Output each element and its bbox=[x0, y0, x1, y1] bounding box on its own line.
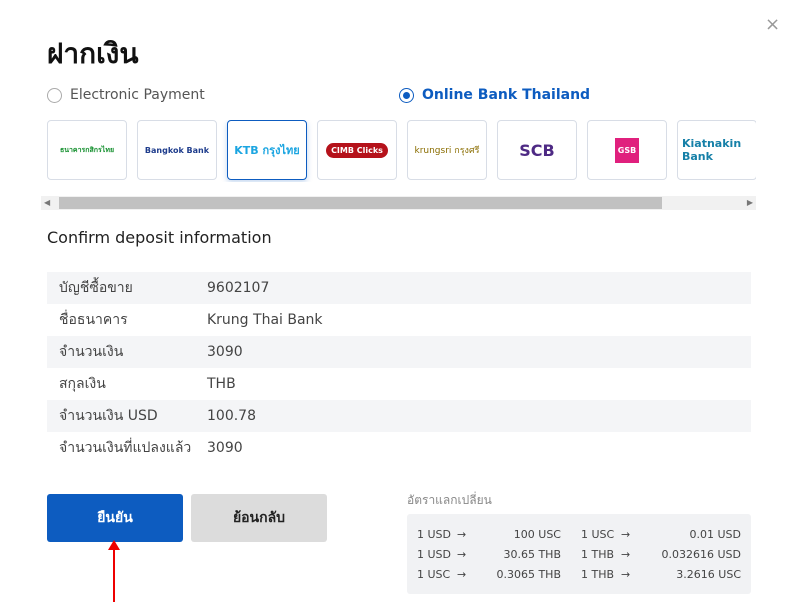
bank-krungsri[interactable]: krungsri กรุงศรี bbox=[407, 120, 487, 180]
radio-label: Electronic Payment bbox=[70, 87, 205, 103]
row-label: จำนวนเงินที่แปลงแล้ว bbox=[59, 440, 192, 456]
rate-to: 0.3065 THB bbox=[496, 567, 561, 581]
table-row: จำนวนเงิน USD 100.78 bbox=[47, 400, 751, 432]
rate-row: 1 USC → 0.3065 THB 1 THB → 3.2616 USC bbox=[417, 564, 741, 584]
annotation-arrow bbox=[113, 542, 115, 602]
bank-logo: Kiatnakin Bank bbox=[682, 137, 742, 163]
bank-logo: SCB bbox=[519, 140, 555, 160]
rate-from: 1 USD bbox=[417, 547, 451, 561]
rate-from: 1 THB bbox=[581, 547, 615, 561]
page-title: ฝากเงิน bbox=[47, 37, 139, 70]
radio-label: Online Bank Thailand bbox=[422, 87, 591, 103]
bank-logo: Bangkok Bank bbox=[144, 145, 210, 155]
scrollbar-thumb[interactable] bbox=[59, 197, 662, 209]
bank-bangkok[interactable]: Bangkok Bank bbox=[137, 120, 217, 180]
confirm-button[interactable]: ยืนยัน bbox=[47, 494, 183, 542]
rate-from: 1 THB bbox=[581, 567, 615, 581]
arrow-right-icon: → bbox=[457, 547, 467, 561]
bank-logo: ธนาคารกสิกรไทย bbox=[59, 145, 115, 154]
bank-logo: CIMB Clicks bbox=[326, 142, 388, 158]
confirm-heading: Confirm deposit information bbox=[47, 228, 272, 247]
rate-to: 30.65 THB bbox=[503, 547, 561, 561]
row-value: 100.78 bbox=[207, 408, 256, 424]
close-icon[interactable]: × bbox=[765, 14, 780, 35]
back-button[interactable]: ย้อนกลับ bbox=[191, 494, 327, 542]
row-value: Krung Thai Bank bbox=[207, 312, 323, 328]
bank-scb[interactable]: SCB bbox=[497, 120, 577, 180]
exchange-rate-heading: อัตราแลกเปลี่ยน bbox=[407, 493, 492, 507]
table-row: จำนวนเงิน 3090 bbox=[47, 336, 751, 368]
table-row: จำนวนเงินที่แปลงแล้ว 3090 bbox=[47, 432, 751, 464]
row-label: บัญชีซื้อขาย bbox=[59, 280, 133, 296]
arrow-right-icon: → bbox=[621, 547, 631, 561]
arrow-right-icon: → bbox=[621, 527, 631, 541]
horizontal-scrollbar[interactable]: ◀ ▶ bbox=[41, 196, 756, 210]
row-value: 3090 bbox=[207, 440, 243, 456]
bank-gsb[interactable]: GSB bbox=[587, 120, 667, 180]
exchange-rate-box: 1 USD → 100 USC 1 USC → 0.01 USD 1 USD → 30.65 … bbox=[407, 514, 751, 594]
bank-list: ธนาคารกสิกรไทย Bangkok Bank KTB กรุงไทย … bbox=[47, 120, 756, 182]
row-value: THB bbox=[207, 376, 236, 392]
bank-logo: krungsri กรุงศรี bbox=[414, 146, 480, 156]
row-label: จำนวนเงิน bbox=[59, 344, 124, 360]
bank-kasikorn[interactable]: ธนาคารกสิกรไทย bbox=[47, 120, 127, 180]
row-value: 9602107 bbox=[207, 280, 270, 296]
bank-logo: GSB bbox=[614, 137, 640, 163]
deposit-details-table: บัญชีซื้อขาย 9602107 ชื่อธนาคาร Krung Thai… bbox=[47, 272, 751, 464]
row-label: สกุลเงิน bbox=[59, 376, 106, 392]
rate-to: 0.032616 USD bbox=[661, 547, 742, 561]
bank-ktb[interactable]: KTB กรุงไทย bbox=[227, 120, 307, 180]
rate-to: 100 USC bbox=[513, 527, 561, 541]
arrow-right-icon: → bbox=[621, 567, 631, 581]
arrow-right-icon: → bbox=[457, 527, 467, 541]
scroll-right-icon[interactable]: ▶ bbox=[747, 198, 753, 207]
radio-icon bbox=[47, 87, 62, 103]
table-row: ชื่อธนาคาร Krung Thai Bank bbox=[47, 304, 751, 336]
table-row: บัญชีซื้อขาย 9602107 bbox=[47, 272, 751, 304]
bank-cimb[interactable]: CIMB Clicks bbox=[317, 120, 397, 180]
radio-selected-icon bbox=[399, 87, 414, 103]
rate-to: 3.2616 USC bbox=[676, 567, 741, 581]
rate-from: 1 USD bbox=[417, 527, 451, 541]
scroll-left-icon[interactable]: ◀ bbox=[44, 198, 50, 207]
rate-from: 1 USC bbox=[417, 567, 451, 581]
bank-logo: KTB กรุงไทย bbox=[234, 144, 300, 157]
row-value: 3090 bbox=[207, 344, 243, 360]
rate-row: 1 USD → 30.65 THB 1 THB → 0.032616 USD bbox=[417, 544, 741, 564]
radio-online-bank-thailand[interactable]: Online Bank Thailand bbox=[399, 87, 590, 103]
bank-kiatnakin[interactable]: Kiatnakin Bank bbox=[677, 120, 756, 180]
table-row: สกุลเงิน THB bbox=[47, 368, 751, 400]
radio-electronic-payment[interactable]: Electronic Payment bbox=[47, 87, 205, 103]
rate-to: 0.01 USD bbox=[689, 527, 742, 541]
row-label: จำนวนเงิน USD bbox=[59, 408, 158, 424]
rate-from: 1 USC bbox=[581, 527, 615, 541]
rate-row: 1 USD → 100 USC 1 USC → 0.01 USD bbox=[417, 524, 741, 544]
row-label: ชื่อธนาคาร bbox=[59, 312, 128, 328]
arrow-right-icon: → bbox=[457, 567, 467, 581]
